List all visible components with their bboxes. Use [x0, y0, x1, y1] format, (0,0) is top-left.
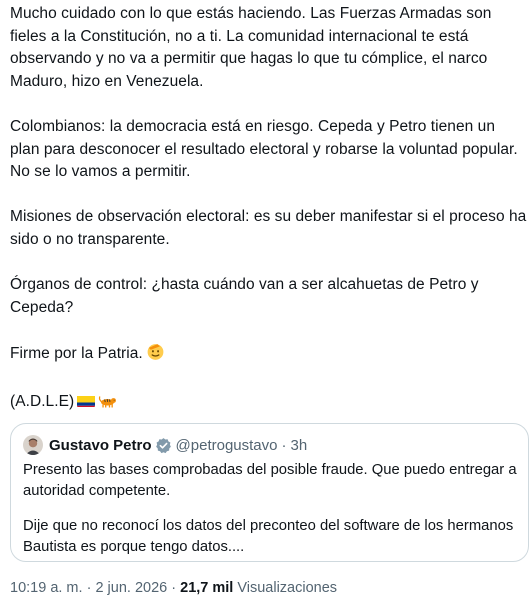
colombia-flag-icon: [77, 394, 96, 408]
tiger-icon: [98, 394, 117, 417]
tweet-closing: Firme por la Patria.: [10, 344, 143, 362]
footer-separator: ·: [86, 580, 92, 596]
post-time[interactable]: 10:19 a. m.: [10, 580, 83, 596]
footer-separator: ·: [171, 580, 177, 596]
quoted-tweet-card[interactable]: Gustavo Petro @petrogustavo · 3h Present…: [10, 423, 529, 562]
tweet-paragraph: Misiones de observación electoral: es su…: [10, 208, 527, 248]
avatar[interactable]: [23, 435, 43, 455]
tweet-paragraph: Colombianos: la democracia está en riesg…: [10, 117, 518, 181]
tweet-body: Mucho cuidado con lo que estás haciendo.…: [10, 0, 528, 439]
post-date[interactable]: 2 jun. 2026: [95, 580, 167, 596]
verified-badge-icon: [155, 437, 172, 454]
tweet-signature: (A.D.L.E): [10, 393, 75, 411]
tweet-footer: 10:19 a. m. · 2 jun. 2026 · 21,7 mil Vis…: [10, 580, 337, 596]
quoted-timestamp[interactable]: 3h: [290, 437, 307, 454]
saluting-face-icon: [146, 342, 165, 369]
quoted-tweet-text: Presento las bases comprobadas del posib…: [23, 460, 518, 572]
tweet-paragraph: Mucho cuidado con lo que estás haciendo.…: [10, 5, 492, 90]
quoted-paragraph: Presento las bases comprobadas del posib…: [23, 462, 517, 499]
quoted-tweet-header: Gustavo Petro @petrogustavo · 3h: [23, 434, 307, 456]
views-count: 21,7 mil: [180, 580, 234, 596]
quoted-author-name[interactable]: Gustavo Petro: [49, 437, 152, 454]
quoted-author-handle[interactable]: @petrogustavo: [176, 437, 278, 454]
tweet-closing-line: Firme por la Patria.: [10, 342, 528, 369]
tweet-paragraph: Órganos de control: ¿hasta cuándo van a …: [10, 276, 479, 316]
quoted-paragraph: Dije que no reconocí los datos del preco…: [23, 518, 514, 555]
quoted-meta-separator: ·: [281, 436, 287, 454]
views-label: Visualizaciones: [237, 580, 338, 596]
tweet-signature-line: (A.D.L.E): [10, 391, 528, 417]
